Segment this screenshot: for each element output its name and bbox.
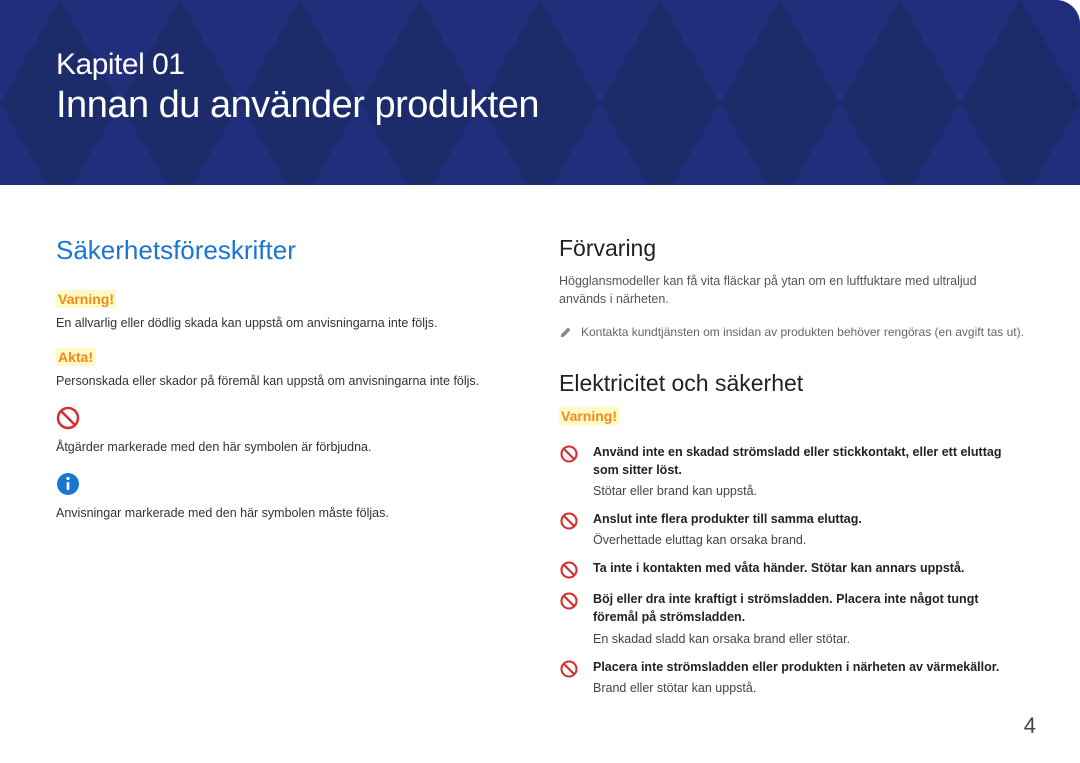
prohibit-icon: [56, 406, 80, 430]
list-item: Placera inte strömsladden eller produkte…: [559, 658, 1024, 697]
list-item: Ta inte i kontakten med våta händer. Stö…: [559, 559, 1024, 580]
chapter-label: Kapitel 01: [56, 48, 1080, 82]
warn-plain: Överhettade eluttag kan orsaka brand.: [593, 531, 862, 549]
mandatory-description: Anvisningar markerade med den här symbol…: [56, 504, 511, 522]
page-number: 4: [1024, 713, 1036, 739]
warn-plain: Brand eller stötar kan uppstå.: [593, 679, 999, 697]
elec-warning-tag: Varning!: [559, 407, 619, 425]
warn-text: Böj eller dra inte kraftigt i strömsladd…: [593, 590, 1024, 647]
mandatory-block: Anvisningar markerade med den här symbol…: [56, 472, 511, 522]
warning-description: En allvarlig eller dödlig skada kan upps…: [56, 314, 511, 332]
banner-text-block: Kapitel 01 Innan du använder produkten: [0, 0, 1080, 127]
caution-tag: Akta!: [56, 348, 95, 366]
warn-text: Ta inte i kontakten med våta händer. Stö…: [593, 559, 964, 577]
prohibit-description: Åtgärder markerade med den här symbolen …: [56, 438, 511, 456]
chapter-banner: Kapitel 01 Innan du använder produkten: [0, 0, 1080, 185]
prohibit-icon: [559, 659, 579, 679]
warn-bold: Ta inte i kontakten med våta händer. Stö…: [593, 561, 964, 575]
storage-note-row: Kontakta kundtjänsten om insidan av prod…: [559, 324, 1024, 341]
list-item: Anslut inte flera produkter till samma e…: [559, 510, 1024, 549]
warn-plain: Stötar eller brand kan uppstå.: [593, 482, 1024, 500]
left-column: Säkerhetsföreskrifter Varning! En allvar…: [56, 235, 511, 707]
warn-bold: Böj eller dra inte kraftigt i strömsladd…: [593, 592, 979, 624]
warn-plain: En skadad sladd kan orsaka brand eller s…: [593, 630, 1024, 648]
prohibit-icon: [559, 560, 579, 580]
info-icon: [56, 472, 80, 496]
caution-description: Personskada eller skador på föremål kan …: [56, 372, 511, 390]
storage-text: Högglansmodeller kan få vita fläckar på …: [559, 272, 1024, 308]
storage-note-text: Kontakta kundtjänsten om insidan av prod…: [581, 324, 1024, 341]
content-area: Säkerhetsföreskrifter Varning! En allvar…: [0, 185, 1080, 707]
warning-list: Använd inte en skadad strömsladd eller s…: [559, 443, 1024, 697]
warn-text: Använd inte en skadad strömsladd eller s…: [593, 443, 1024, 500]
chapter-title: Innan du använder produkten: [56, 84, 1080, 127]
warn-bold: Använd inte en skadad strömsladd eller s…: [593, 445, 1001, 477]
right-column: Förvaring Högglansmodeller kan få vita f…: [559, 235, 1024, 707]
warn-bold: Placera inte strömsladden eller produkte…: [593, 660, 999, 674]
pencil-icon: [559, 325, 573, 339]
prohibit-icon: [559, 444, 579, 464]
warn-bold: Anslut inte flera produkter till samma e…: [593, 512, 862, 526]
warn-text: Anslut inte flera produkter till samma e…: [593, 510, 862, 549]
warning-tag: Varning!: [56, 290, 116, 308]
safety-heading: Säkerhetsföreskrifter: [56, 235, 511, 266]
list-item: Böj eller dra inte kraftigt i strömsladd…: [559, 590, 1024, 647]
prohibit-icon: [559, 511, 579, 531]
electricity-heading: Elektricitet och säkerhet: [559, 370, 1024, 397]
list-item: Använd inte en skadad strömsladd eller s…: [559, 443, 1024, 500]
prohibit-icon: [559, 591, 579, 611]
prohibit-block: Åtgärder markerade med den här symbolen …: [56, 406, 511, 456]
storage-heading: Förvaring: [559, 235, 1024, 262]
warn-text: Placera inte strömsladden eller produkte…: [593, 658, 999, 697]
